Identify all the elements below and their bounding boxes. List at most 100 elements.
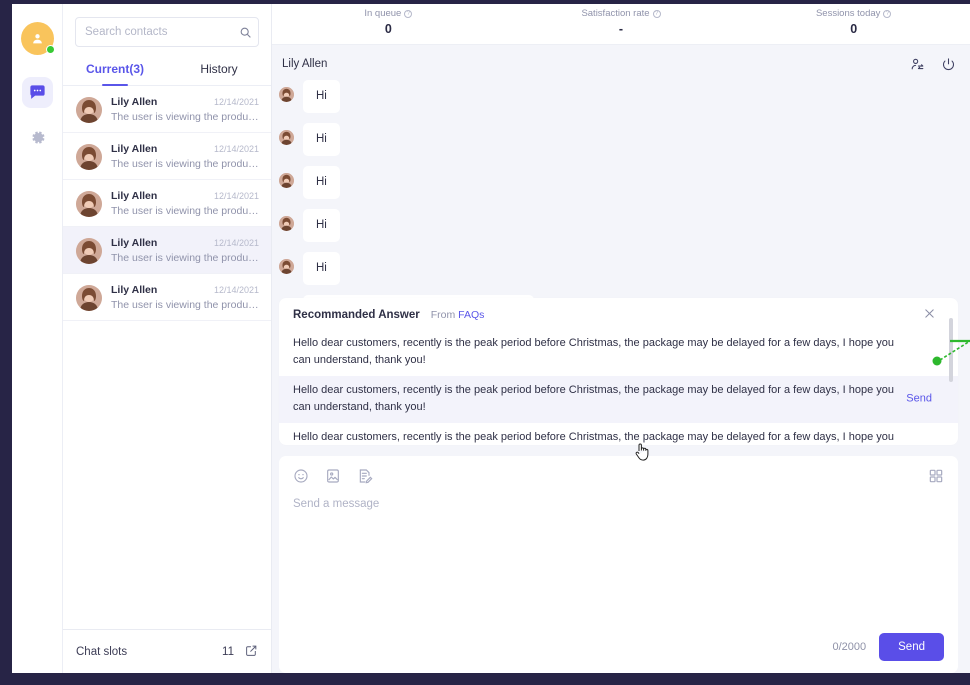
- online-status-dot: [46, 45, 55, 54]
- faqs-link[interactable]: FAQs: [458, 309, 484, 321]
- stats-bar: In queue? 0 Satisfaction rate? - Sessions to…: [272, 4, 970, 45]
- chat-header: Lily Allen: [272, 48, 970, 80]
- main-area: In queue? 0 Satisfaction rate? - Sessions to…: [272, 4, 970, 673]
- stat-label-text: Satisfaction rate: [581, 8, 649, 19]
- chat-slots-label: Chat slots: [76, 646, 222, 658]
- avatar: [279, 216, 294, 231]
- recommended-scrollbar[interactable]: [949, 318, 953, 382]
- contact-date: 12/14/2021: [214, 191, 259, 201]
- list-item-top: Lily Allen 12/14/2021: [111, 190, 259, 202]
- close-icon[interactable]: [924, 308, 935, 321]
- contact-preview: The user is viewing the produc...: [111, 252, 259, 264]
- message-input[interactable]: Send a message: [279, 484, 958, 510]
- contact-name: Lily Allen: [111, 284, 157, 296]
- search-box[interactable]: [75, 17, 259, 47]
- stat-1: Satisfaction rate? -: [505, 4, 738, 44]
- list-item-top: Lily Allen12/14/2021: [111, 237, 259, 249]
- contact-name: Lily Allen: [111, 96, 157, 108]
- contact-name: Lily Allen: [111, 190, 157, 202]
- message: Hi: [279, 209, 970, 242]
- power-icon[interactable]: [941, 57, 956, 72]
- info-icon[interactable]: ?: [653, 10, 661, 18]
- transfer-user-icon[interactable]: [910, 57, 925, 72]
- sidebar-item-chats[interactable]: [22, 77, 53, 108]
- recommended-source: From FAQs: [431, 309, 485, 321]
- stat-label: Sessions today?: [737, 8, 970, 19]
- recommended-answer-item[interactable]: Hello dear customers, recently is the pe…: [279, 376, 958, 423]
- message-bubble: Hi: [303, 123, 340, 156]
- recommended-answers-panel: Recommanded Answer From FAQs Hello dear …: [279, 298, 958, 445]
- message-bubble: Hi: [303, 166, 340, 199]
- avatar: [279, 130, 294, 145]
- avatar: [76, 97, 102, 123]
- contact-preview: The user is viewing the produc...: [111, 158, 259, 170]
- list-item-body: Lily Allen 12/14/2021 The user is viewing …: [111, 284, 259, 311]
- chat-slots-count: 11: [222, 646, 234, 658]
- chat-bubble-icon: [28, 83, 47, 102]
- avatar: [279, 259, 294, 274]
- user-avatar-icon: [31, 32, 44, 45]
- recommended-answer-item[interactable]: Hello dear customers, recently is the pe…: [279, 423, 958, 445]
- list-item[interactable]: Lily Allen12/14/2021 The user is viewing …: [63, 227, 271, 274]
- stat-label-text: Sessions today: [816, 8, 880, 19]
- stat-label: In queue?: [272, 8, 505, 19]
- message-list: HiHiHiHiHiHow can this order take such l…: [272, 80, 970, 298]
- recommended-send-button[interactable]: Send: [906, 391, 932, 408]
- chat-contact-name: Lily Allen: [279, 58, 910, 70]
- character-counter: 0/2000: [832, 641, 866, 653]
- recommended-answer-list: Hello dear customers, recently is the pe…: [279, 329, 958, 445]
- list-item-top: Lily Allen12/14/2021: [111, 143, 259, 155]
- recommended-title: Recommanded Answer: [293, 309, 420, 321]
- recommended-answer-item[interactable]: Hello dear customers, recently is the pe…: [279, 329, 958, 376]
- conversation-list: Lily Allen 12/14/2021 The user is viewing …: [63, 86, 271, 629]
- chat-header-actions: [910, 57, 956, 72]
- apps-grid-icon[interactable]: [928, 468, 944, 484]
- tab-history[interactable]: History: [167, 56, 271, 85]
- tab-current[interactable]: Current(3): [63, 56, 167, 85]
- stat-value: 0: [272, 22, 505, 36]
- contact-preview: The user is viewing the produc...: [111, 299, 259, 311]
- message: Hi: [279, 123, 970, 156]
- list-item-top: Lily Allen 12/14/2021: [111, 96, 259, 108]
- message: Hi: [279, 80, 970, 113]
- send-button[interactable]: Send: [879, 633, 944, 661]
- contact-date: 12/14/2021: [214, 97, 259, 107]
- search-input[interactable]: [85, 26, 239, 38]
- avatar: [279, 87, 294, 102]
- contact-name: Lily Allen: [111, 237, 157, 249]
- contact-date: 12/14/2021: [214, 144, 259, 154]
- avatar: [76, 238, 102, 264]
- edit-square-icon[interactable]: [245, 644, 258, 660]
- contacts-panel: Current(3) History Lily Allen 12/14/2021 T…: [63, 4, 272, 673]
- avatar: [76, 191, 102, 217]
- sidebar-item-settings[interactable]: [22, 122, 53, 153]
- info-icon[interactable]: ?: [404, 10, 412, 18]
- emoji-icon[interactable]: [293, 468, 309, 484]
- search-container: [63, 4, 271, 56]
- list-item[interactable]: Lily Allen 12/14/2021 The user is viewing …: [63, 274, 271, 321]
- message-bubble: Hi: [303, 80, 340, 113]
- message: Hi: [279, 166, 970, 199]
- chat-slots-row[interactable]: Chat slots 11: [63, 629, 271, 673]
- gear-icon: [28, 128, 47, 147]
- stat-label-text: In queue: [364, 8, 401, 19]
- image-icon[interactable]: [325, 468, 341, 484]
- list-item-body: Lily Allen12/14/2021The user is viewing …: [111, 190, 259, 217]
- list-item-top: Lily Allen 12/14/2021: [111, 284, 259, 296]
- from-label: From: [431, 309, 456, 321]
- recommended-answer-text: Hello dear customers, recently is the pe…: [293, 337, 894, 366]
- message-bubble: Hi: [303, 209, 340, 242]
- recommended-answer-text: Hello dear customers, recently is the pe…: [293, 384, 894, 413]
- list-item[interactable]: Lily Allen12/14/2021The user is viewing …: [63, 86, 271, 133]
- composer-toolbar: [279, 456, 958, 484]
- list-item[interactable]: Lily Allen12/14/2021 The user is viewing …: [63, 133, 271, 180]
- icon-rail: [12, 4, 63, 673]
- stat-value: -: [505, 22, 738, 36]
- info-icon[interactable]: ?: [883, 10, 891, 18]
- contact-date: 12/14/2021: [214, 285, 259, 295]
- list-item[interactable]: Lily Allen12/14/2021The user is viewing …: [63, 180, 271, 227]
- contacts-tabs: Current(3) History: [63, 56, 271, 86]
- canned-response-icon[interactable]: [357, 468, 373, 484]
- avatar[interactable]: [21, 22, 54, 55]
- message-composer: Send a message 0/2000 Send: [279, 456, 958, 674]
